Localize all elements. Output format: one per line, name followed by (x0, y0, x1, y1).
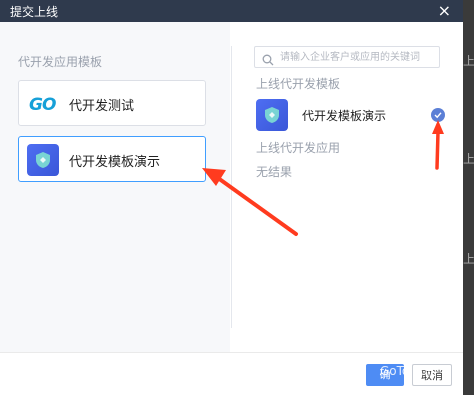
online-template-name: 代开发模板演示 (302, 109, 387, 123)
online-templates-label: 上线代开发模板 (256, 77, 341, 91)
go-logo-icon: GO (29, 95, 56, 115)
template-list-panel (0, 22, 230, 352)
section-title-templates: 代开发应用模板 (18, 55, 103, 69)
background-text: 上 (463, 152, 474, 166)
template-card-name: 代开发测试 (69, 99, 135, 114)
background-text: 上 (463, 54, 474, 68)
submit-online-dialog: 提交上线 × 代开发应用模板 GO 代开发测试 代开发模板演示 上线代开发模板 (0, 0, 463, 395)
background-text: 上 (463, 252, 474, 266)
search-input[interactable] (280, 49, 436, 65)
shield-app-icon (256, 99, 288, 131)
shield-app-icon (27, 144, 59, 176)
template-card-name: 代开发模板演示 (69, 155, 161, 170)
check-circle-icon[interactable] (431, 108, 445, 122)
dialog-titlebar: 提交上线 × (0, 0, 463, 22)
dialog-title: 提交上线 (10, 5, 59, 19)
search-icon (262, 51, 274, 70)
online-template-item[interactable]: 代开发模板演示 (256, 98, 446, 132)
no-results-text: 无结果 (256, 165, 293, 179)
template-card-demo[interactable]: 代开发模板演示 (18, 136, 206, 182)
column-divider (231, 46, 232, 328)
online-apps-label: 上线代开发应用 (256, 141, 341, 155)
wechat-watermark: GoTo Iioji (380, 364, 434, 378)
search-box[interactable] (254, 46, 440, 68)
template-card-go[interactable]: GO 代开发测试 (18, 80, 206, 126)
close-icon[interactable]: × (438, 0, 451, 22)
